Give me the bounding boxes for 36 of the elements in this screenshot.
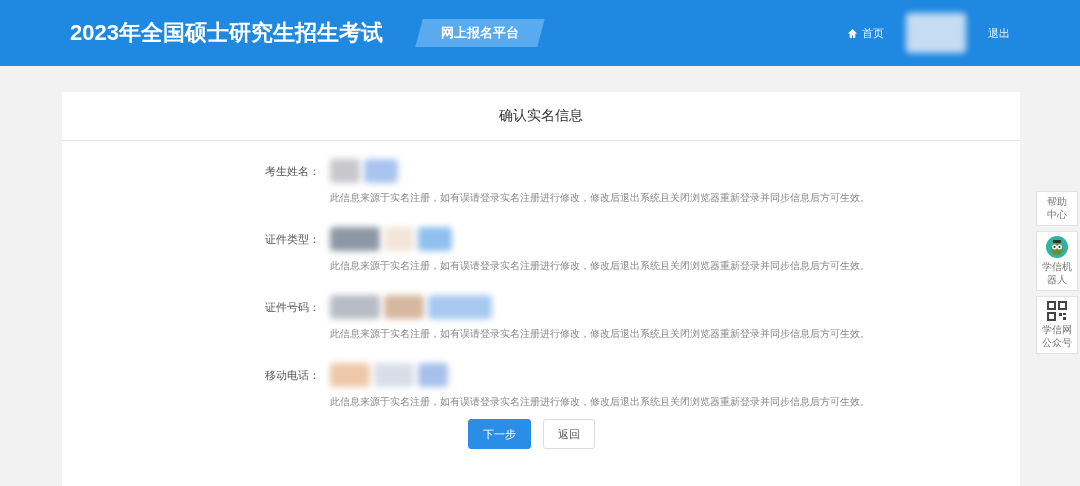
redacted-value bbox=[330, 159, 360, 183]
field-note: 此信息来源于实名注册，如有误请登录实名注册进行修改，修改后退出系统且关闭浏览器重新登录并同步信息后方可生效。 bbox=[330, 327, 871, 341]
field-note: 此信息来源于实名注册，如有误请登录实名注册进行修改，修改后退出系统且关闭浏览器重新登录并同步信息后方可生效。 bbox=[330, 191, 871, 205]
redacted-value bbox=[428, 295, 492, 319]
side-tool[interactable]: 帮助中心 bbox=[1036, 191, 1078, 226]
field-label: 移动电话： bbox=[265, 367, 320, 383]
side-tool[interactable]: 学信机器人 bbox=[1036, 231, 1078, 291]
side-tool-label: 学信网公众号 bbox=[1041, 324, 1073, 349]
card-title: 确认实名信息 bbox=[62, 92, 1020, 141]
qr-code-icon bbox=[1047, 301, 1067, 321]
redacted-value bbox=[384, 295, 424, 319]
redacted-value bbox=[418, 227, 452, 251]
next-button[interactable]: 下一步 bbox=[467, 419, 531, 449]
home-link[interactable]: 首页 bbox=[847, 25, 884, 41]
side-tool-label: 学信机器人 bbox=[1041, 261, 1073, 286]
back-button[interactable]: 返回 bbox=[542, 419, 595, 449]
side-tool[interactable]: 学信网公众号 bbox=[1036, 296, 1078, 354]
redacted-value bbox=[384, 227, 414, 251]
logout-link[interactable]: 退出 bbox=[988, 25, 1010, 41]
field-label: 证件号码： bbox=[265, 299, 320, 315]
redacted-value bbox=[364, 159, 398, 183]
redacted-username bbox=[906, 13, 966, 53]
home-icon bbox=[847, 27, 858, 39]
field-note: 此信息来源于实名注册，如有误请登录实名注册进行修改，修改后退出系统且关闭浏览器重新登录并同步信息后方可生效。 bbox=[330, 259, 871, 273]
exam-title: 2023年全国硕士研究生招生考试 bbox=[70, 19, 383, 47]
owl-mascot-icon bbox=[1046, 236, 1068, 258]
field-label: 考生姓名： bbox=[265, 163, 320, 179]
platform-badge: 网上报名平台 bbox=[415, 19, 545, 47]
field-note: 此信息来源于实名注册，如有误请登录实名注册进行修改，修改后退出系统且关闭浏览器重新登录并同步信息后方可生效。 bbox=[330, 395, 871, 409]
redacted-value bbox=[330, 295, 380, 319]
redacted-value bbox=[330, 227, 380, 251]
redacted-value bbox=[330, 363, 370, 387]
field-label: 证件类型： bbox=[265, 231, 320, 247]
redacted-value bbox=[374, 363, 414, 387]
redacted-value bbox=[418, 363, 448, 387]
side-tool-label: 帮助中心 bbox=[1046, 196, 1068, 221]
